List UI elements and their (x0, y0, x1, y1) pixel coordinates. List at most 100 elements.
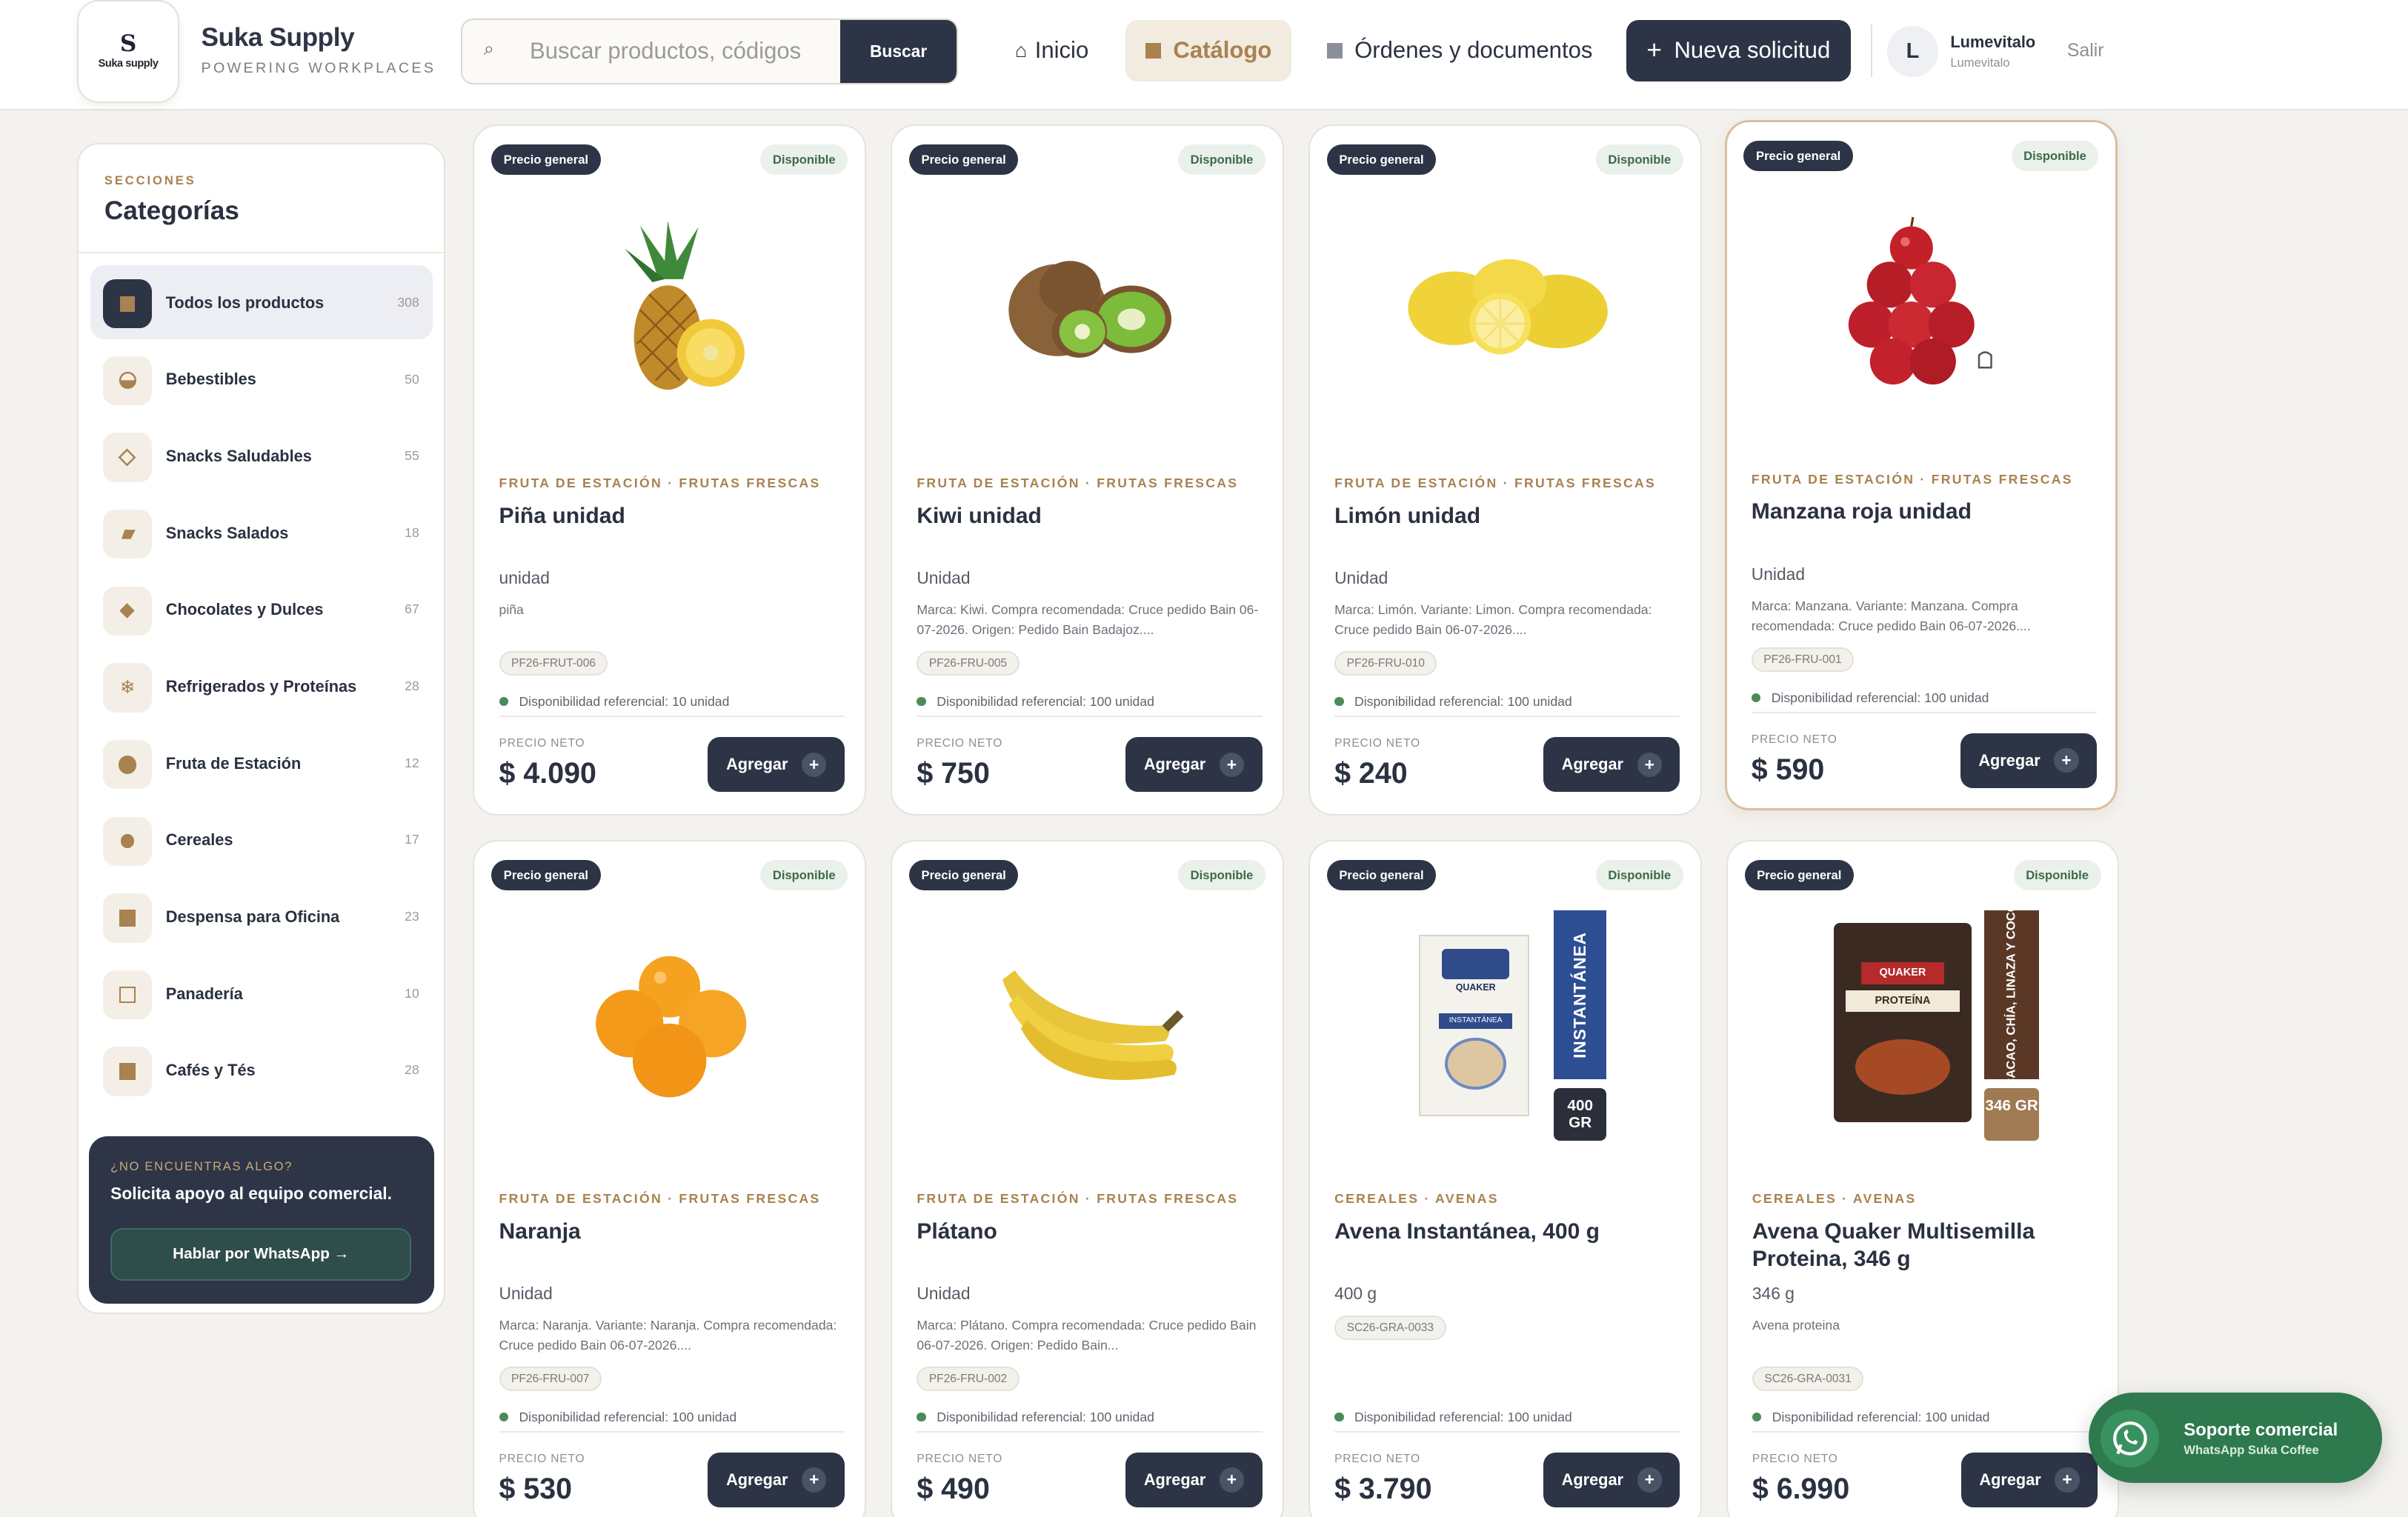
product-name[interactable]: Avena Instantánea, 400 g (1334, 1218, 1688, 1245)
product-price: $ 490 (917, 1472, 990, 1505)
card-divider (1334, 715, 1680, 717)
nav-inicio[interactable]: ⌂ Inicio (1015, 20, 1088, 81)
price-label: PRECIO NETO (917, 736, 1003, 750)
product-name[interactable]: Kiwi unidad (917, 502, 1270, 530)
product-category: FRUTA DE ESTACIÓN · FRUTAS FRESCAS (499, 476, 821, 491)
plus-icon: + (1219, 1467, 1245, 1493)
nav-ordenes[interactable]: Órdenes y documentos (1326, 20, 1592, 81)
plus-icon: + (802, 1467, 827, 1493)
product-card[interactable]: Precio general Disponible FRUTA DE ESTAC… (473, 124, 866, 816)
category-chocolates[interactable]: Chocolates y Dulces 67 (90, 573, 433, 646)
product-image-banana[interactable] (935, 918, 1243, 1133)
product-card[interactable]: Precio general Disponible QUAKER PROTEÍN… (1726, 839, 2120, 1517)
add-to-cart-button[interactable]: Agregar + (1543, 1452, 1680, 1508)
product-category: CEREALES · AVENAS (1334, 1191, 1499, 1207)
product-image-kiwi[interactable] (935, 203, 1243, 418)
price-label: PRECIO NETO (1334, 1452, 1420, 1465)
category-label: Panadería (165, 984, 243, 1003)
plus-icon: + (1646, 36, 1662, 65)
add-to-cart-button[interactable]: Agregar + (708, 736, 845, 793)
availability-dot-icon (499, 697, 508, 707)
product-name[interactable]: Manzana roja unidad (1752, 498, 2105, 525)
card-divider (499, 715, 845, 717)
product-name[interactable]: Plátano (917, 1218, 1270, 1245)
product-image-orange[interactable] (517, 918, 825, 1133)
new-request-button[interactable]: + Nueva solicitud (1626, 19, 1851, 81)
category-cereales[interactable]: Cereales 17 (90, 803, 433, 876)
add-to-cart-button[interactable]: Agregar + (1543, 736, 1680, 793)
price-badge: Precio general (1326, 144, 1437, 176)
product-description: Marca: Naranja. Variante: Naranja. Compr… (499, 1318, 837, 1353)
add-label: Agregar (1143, 1470, 1206, 1489)
product-name[interactable]: Piña unidad (499, 502, 853, 530)
product-image-pineapple[interactable] (517, 203, 825, 418)
availability-dot-icon (1751, 693, 1761, 703)
add-to-cart-button[interactable]: Agregar + (1125, 736, 1263, 793)
product-sku: PF26-FRU-010 (1334, 650, 1437, 676)
add-to-cart-button[interactable]: Agregar + (708, 1452, 845, 1508)
search-button[interactable]: Buscar (839, 19, 957, 83)
category-count: 17 (405, 832, 419, 847)
category-bebestibles[interactable]: Bebestibles 50 (90, 342, 433, 416)
price-badge: Precio general (908, 859, 1019, 891)
pack-weight: 400 GR (1554, 1088, 1606, 1141)
whatsapp-support-button[interactable]: Soporte comercial WhatsApp Suka Coffee (2088, 1392, 2382, 1484)
product-card[interactable]: Precio general Disponible QUAKER INSTANT… (1308, 839, 1702, 1517)
category-label: Cafés y Tés (165, 1061, 256, 1080)
product-card[interactable]: Precio general Disponible FRUTA DE ESTAC… (891, 839, 1284, 1517)
product-category: FRUTA DE ESTACIÓN · FRUTAS FRESCAS (499, 1191, 821, 1207)
new-request-label: Nueva solicitud (1674, 37, 1831, 64)
add-to-cart-button[interactable]: Agregar + (1960, 733, 2098, 789)
category-label: Snacks Salados (165, 523, 289, 542)
product-name[interactable]: Naranja (499, 1218, 853, 1245)
product-card[interactable]: Precio general Disponible FRUTA DE ESTAC… (891, 124, 1284, 816)
category-refrigerados[interactable]: ❄ Refrigerados y Proteínas 28 (90, 650, 433, 723)
search-input[interactable] (514, 19, 840, 83)
category-snacks-salados[interactable]: Snacks Salados 18 (90, 496, 433, 569)
plus-icon: + (2055, 1467, 2080, 1493)
product-card[interactable]: Precio general Disponible FRUTA DE ESTAC… (1308, 124, 1702, 816)
nav-catalogo[interactable]: Catálogo (1125, 19, 1292, 81)
plus-icon: + (2054, 748, 2079, 773)
product-availability: Disponibilidad referencial: 100 unidad (1752, 1410, 1989, 1425)
chip-icon (102, 510, 153, 559)
product-name[interactable]: Limón unidad (1334, 502, 1688, 530)
product-image-oats-protein[interactable]: QUAKER PROTEÍNA CACAO, CHÍA, LINAZA Y CO… (1771, 902, 2078, 1141)
category-fruta[interactable]: Fruta de Estación 12 (90, 726, 433, 799)
category-panaderia[interactable]: Panadería 10 (90, 956, 433, 1030)
category-count: 23 (405, 908, 419, 924)
product-image-lemon[interactable] (1353, 203, 1660, 418)
product-availability: Disponibilidad referencial: 100 unidad (917, 694, 1154, 710)
product-unit: Unidad (917, 1283, 971, 1303)
sidebar-eyebrow: SECCIONES (104, 173, 196, 188)
product-sku: PF26-FRU-002 (917, 1366, 1020, 1391)
availability-dot-icon (917, 697, 926, 707)
category-despensa[interactable]: Despensa para Oficina 23 (90, 880, 433, 953)
product-name[interactable]: Avena Quaker Multisemilla Proteina, 346 … (1752, 1218, 2106, 1273)
product-image-apple[interactable] (1770, 199, 2078, 413)
add-label: Agregar (1978, 750, 2041, 770)
pack-brand: QUAKER (1861, 962, 1944, 984)
category-snacks-saludables[interactable]: Snacks Saludables 55 (90, 419, 433, 493)
product-card[interactable]: Precio general Disponible FRUTA DE ESTAC… (473, 839, 866, 1517)
product-card[interactable]: Precio general Disponible FRUTA DE ESTAC… (1724, 119, 2118, 811)
avatar[interactable]: L (1887, 26, 1938, 77)
header-divider (1870, 24, 1872, 77)
brand-logo[interactable]: S Suka supply (76, 0, 180, 103)
whatsapp-help-button[interactable]: Hablar por WhatsApp → (110, 1228, 412, 1281)
category-todos[interactable]: Todos los productos 308 (90, 265, 433, 339)
category-label: Chocolates y Dulces (165, 600, 324, 619)
add-to-cart-button[interactable]: Agregar + (1125, 1452, 1263, 1508)
price-label: PRECIO NETO (499, 1452, 585, 1465)
category-cafes[interactable]: Cafés y Tés 28 (90, 1033, 433, 1107)
category-label: Refrigerados y Proteínas (165, 676, 357, 696)
price-badge: Precio general (491, 859, 601, 891)
product-image-oats-instant[interactable]: QUAKER INSTANTÁNEA INSTANTÁNEA 400 GR (1353, 910, 1660, 1141)
product-price: $ 750 (917, 756, 990, 790)
product-price: $ 6.990 (1752, 1472, 1850, 1505)
availability-text: Disponibilidad referencial: 100 unidad (1354, 1409, 1572, 1424)
category-count: 12 (405, 755, 419, 770)
logout-link[interactable]: Salir (2067, 40, 2104, 61)
add-to-cart-button[interactable]: Agregar + (1960, 1452, 2098, 1508)
stock-badge: Disponible (1178, 859, 1265, 891)
